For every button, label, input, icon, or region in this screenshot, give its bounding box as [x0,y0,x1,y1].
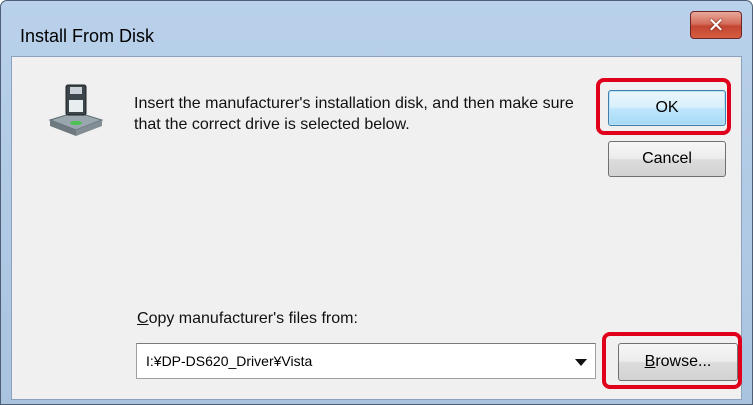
ok-highlight-box [596,78,731,135]
close-button[interactable]: ✕ [690,11,742,39]
window-title: Install From Disk [20,26,155,46]
browse-highlight-box [602,332,742,389]
close-icon: ✕ [707,13,725,37]
copy-from-path[interactable]: I:¥DP-DS620_Driver¥Vista [146,353,312,369]
chevron-down-icon[interactable] [575,359,587,366]
title-bar[interactable]: Install From Disk ✕ [1,1,752,56]
copy-label-mnemonic: C [137,310,149,327]
instruction-text: Insert the manufacturer's installation d… [134,95,574,133]
copy-label-text: opy manufacturer's files from: [148,310,358,327]
copy-from-label: Copy manufacturer's files from: [137,310,358,328]
copy-from-combobox[interactable]: I:¥DP-DS620_Driver¥Vista [136,343,596,379]
cancel-button[interactable]: Cancel [608,141,726,177]
floppy-drive-icon [48,84,104,136]
